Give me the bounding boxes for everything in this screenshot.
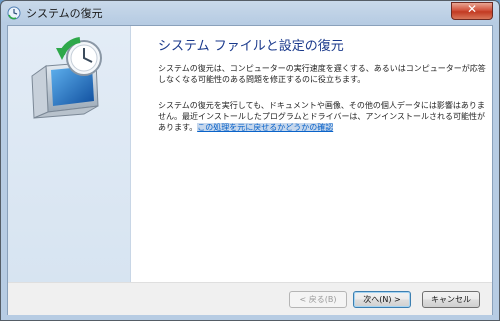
back-button[interactable]: < 戻る(B) xyxy=(289,291,347,308)
page-heading: システム ファイルと設定の復元 xyxy=(158,39,344,54)
dialog-body: システム ファイルと設定の復元 システムの復元は、コンピューターの実行速度を遅く… xyxy=(7,25,493,315)
content-area: システム ファイルと設定の復元 システムの復元は、コンピューターの実行速度を遅く… xyxy=(138,26,492,282)
warning-paragraph: システムの復元を実行しても、ドキュメントや画像、その他の個人データには影響はあり… xyxy=(158,100,488,133)
system-restore-icon xyxy=(7,6,21,20)
close-icon: ✕ xyxy=(466,2,478,16)
left-panel xyxy=(8,26,131,282)
next-button[interactable]: 次へ(N) > xyxy=(353,291,411,308)
dialog-window: システムの復元 ✕ システム ファイルと設定の復元 システムの復元は、コンピュー… xyxy=(0,0,500,321)
check-undo-link[interactable]: この処理を元に戻せるかどうかの確認 xyxy=(197,123,334,132)
window-title: システムの復元 xyxy=(26,7,103,20)
title-bar[interactable]: システムの復元 ✕ xyxy=(1,1,499,25)
system-restore-clock-icon xyxy=(31,37,102,119)
description-paragraph: システムの復元は、コンピューターの実行速度を遅くする、あるいはコンピューターが応… xyxy=(158,64,486,84)
cancel-button[interactable]: キャンセル xyxy=(422,291,480,308)
close-button[interactable]: ✕ xyxy=(451,2,493,20)
button-bar: < 戻る(B) 次へ(N) > キャンセル xyxy=(8,282,492,315)
